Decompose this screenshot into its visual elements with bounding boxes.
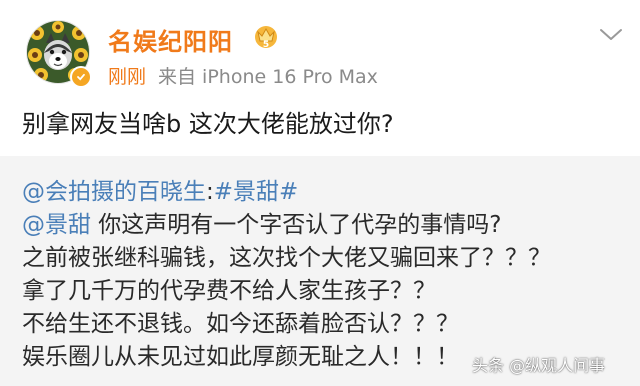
- repost-line-2: 之前被张继科骗钱，这次找个大佬又骗回来了？？？: [22, 245, 551, 271]
- repost-author-line: @会拍摄的百晓生:#景甜#: [22, 172, 298, 206]
- post-header: 名娱纪阳阳 5 刚刚 来自 iPhone 16 Pro Max: [0, 0, 640, 100]
- chevron-down-icon[interactable]: [598, 26, 624, 44]
- post-source: 来自 iPhone 16 Pro Max: [158, 66, 378, 88]
- repost-line-1-text: 你这声明有一个字否认了代孕的事情吗?: [91, 212, 502, 238]
- post-meta: 刚刚 来自 iPhone 16 Pro Max: [108, 62, 378, 89]
- repost-line-4: 不给生还不退钱。如今还舔着脸否认？？？: [22, 311, 459, 337]
- post-time: 刚刚: [108, 66, 147, 88]
- username[interactable]: 名娱纪阳阳: [108, 22, 233, 57]
- vip-level-label: 5: [263, 40, 269, 50]
- repost-line-5: 娱乐圈儿从未见过如此厚颜无耻之人！！！: [22, 344, 459, 370]
- repost-line-3: 拿了几千万的代孕费不给人家生孩子？？: [22, 278, 436, 304]
- mention-link[interactable]: @景甜: [22, 212, 91, 238]
- repost-separator: :: [206, 179, 214, 205]
- hashtag-link[interactable]: #景甜#: [214, 179, 299, 205]
- verified-badge-icon: [70, 66, 92, 88]
- repost-line-1: @景甜 你这声明有一个字否认了代孕的事情吗?: [22, 205, 502, 239]
- vip-crown-badge-icon: 5: [255, 26, 277, 50]
- watermark: 头条 @纵观人间事: [472, 356, 606, 375]
- post-text: 别拿网友当啥b 这次大佬能放过你?: [22, 110, 394, 138]
- repost-author-link[interactable]: @会拍摄的百晓生: [22, 179, 206, 205]
